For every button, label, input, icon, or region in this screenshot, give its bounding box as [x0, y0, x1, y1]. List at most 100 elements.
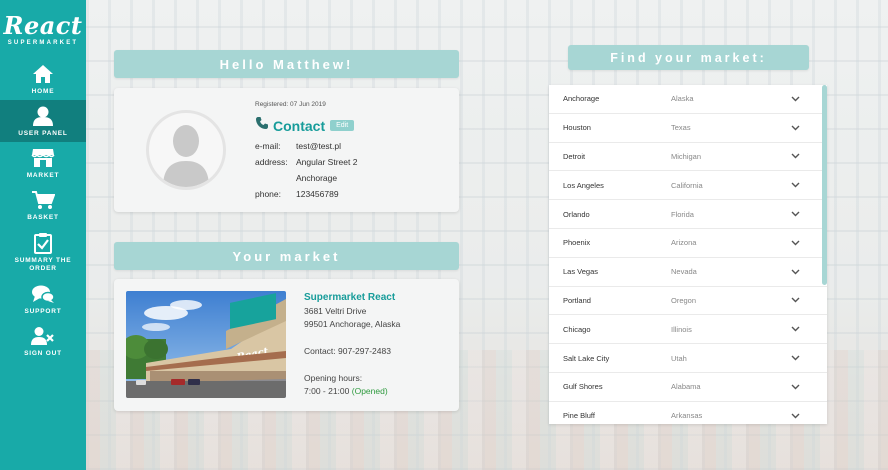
market-name[interactable]: Supermarket React	[304, 291, 400, 304]
market-list-item[interactable]: Gulf Shores Alabama	[549, 373, 827, 402]
nav-home-label: HOME	[31, 87, 55, 95]
market-list-item[interactable]: Portland Oregon	[549, 287, 827, 316]
market-state-name: Florida	[671, 209, 694, 219]
market-state-name: Michigan	[671, 151, 702, 161]
market-city-name: Detroit	[563, 151, 586, 161]
store-icon	[31, 147, 55, 169]
phone-icon	[255, 116, 269, 135]
opening-hours: 7:00 - 21:00 (Opened)	[304, 385, 400, 398]
opening-hours-value: 7:00 - 21:00	[304, 386, 350, 396]
avatar-silhouette-icon	[163, 125, 209, 187]
market-state-name: Nevada	[671, 267, 697, 277]
nav-market[interactable]: MARKET	[0, 142, 86, 184]
contact-title: Contact	[273, 117, 326, 134]
market-list-item[interactable]: Orlando Florida	[549, 200, 827, 229]
market-state-name: Utah	[671, 353, 687, 363]
chevron-down-icon[interactable]	[787, 413, 803, 419]
market-list-item[interactable]: Pine Bluff Arkansas	[549, 402, 827, 424]
market-street: 3681 Veltri Drive	[304, 306, 367, 316]
market-city-name: Pine Bluff	[563, 411, 595, 421]
market-state-name: Alabama	[671, 382, 701, 392]
cart-icon	[31, 189, 55, 211]
nav-sign-out-label: SIGN OUT	[24, 349, 62, 357]
phone-label: phone:	[255, 189, 281, 199]
contact-header: Contact Edit	[255, 116, 355, 135]
chevron-down-icon[interactable]	[787, 211, 803, 217]
market-list-item[interactable]: Detroit Michigan	[549, 143, 827, 172]
address-line2: Anchorage	[296, 173, 338, 183]
market-state-name: California	[671, 180, 703, 190]
email-value: test@test.pl	[296, 141, 342, 151]
chevron-down-icon[interactable]	[787, 297, 803, 303]
registered-date: Registered: 07 Jun 2019	[255, 101, 326, 108]
market-city-name: Chicago	[563, 324, 591, 334]
nav-user-panel-label: USER PANEL	[18, 129, 68, 137]
nav-home[interactable]: HOME	[0, 58, 86, 100]
market-city-name: Anchorage	[563, 94, 600, 104]
chevron-down-icon[interactable]	[787, 269, 803, 275]
opened-status: (Opened)	[351, 386, 388, 396]
market-state-name: Arizona	[671, 238, 697, 248]
user-remove-icon	[31, 325, 55, 347]
nav-support[interactable]: SUPPORT	[0, 278, 86, 320]
market-state-name: Oregon	[671, 295, 697, 305]
market-list-item[interactable]: Phoenix Arizona	[549, 229, 827, 258]
logo-brand: React	[3, 11, 83, 40]
market-list-item[interactable]: Houston Texas	[549, 114, 827, 143]
user-icon	[31, 105, 55, 127]
market-city-name: Las Vegas	[563, 267, 599, 277]
market-list-scrollbar[interactable]	[822, 85, 827, 285]
logo[interactable]: React SUPERMARKET	[0, 0, 86, 58]
market-city-name: Salt Lake City	[563, 353, 610, 363]
market-city-name: Gulf Shores	[563, 382, 603, 392]
nav-basket[interactable]: BASKET	[0, 184, 86, 226]
market-city-name: Orlando	[563, 209, 590, 219]
market-state-name: Texas	[671, 123, 691, 133]
market-list[interactable]: Anchorage Alaska Houston Texas Detroit Michig…	[549, 85, 827, 424]
chevron-down-icon[interactable]	[787, 240, 803, 246]
market-list-item[interactable]: Chicago Illinois	[549, 315, 827, 345]
nav-support-label: SUPPORT	[24, 307, 62, 315]
find-market-banner: Find your market:	[568, 45, 809, 70]
nav-summary[interactable]: SUMMARY THE ORDER	[0, 226, 86, 278]
avatar	[146, 110, 226, 190]
opening-hours-label: Opening hours:	[304, 373, 363, 383]
contact-info: e-mail: test@test.pl address: Angular Stre…	[255, 138, 357, 202]
chevron-down-icon[interactable]	[787, 326, 803, 332]
greeting-banner: Hello Matthew!	[114, 50, 459, 78]
nav-summary-label: SUMMARY THE ORDER	[14, 256, 72, 272]
address-label: address:	[255, 157, 288, 167]
market-contact: Contact: 907-297-2483	[304, 346, 391, 356]
market-card: React Supermarket React 3681 Veltri Driv…	[114, 279, 459, 411]
market-state-name: Alaska	[671, 94, 694, 104]
market-city: 99501 Anchorage, Alaska	[304, 319, 401, 329]
market-list-item[interactable]: Los Angeles California	[549, 171, 827, 201]
nav-basket-label: BASKET	[27, 213, 59, 221]
market-state-name: Illinois	[671, 324, 692, 334]
logo-subtitle: SUPERMARKET	[7, 40, 79, 46]
market-city-name: Houston	[563, 123, 591, 133]
market-city-name: Phoenix	[563, 238, 591, 248]
nav-user-panel[interactable]: USER PANEL	[0, 100, 86, 142]
chevron-down-icon[interactable]	[787, 125, 803, 131]
chevron-down-icon[interactable]	[787, 182, 803, 188]
market-list-item[interactable]: Las Vegas Nevada	[549, 258, 827, 287]
market-list-item[interactable]: Anchorage Alaska	[549, 85, 827, 114]
nav-market-label: MARKET	[26, 171, 60, 179]
nav-sign-out[interactable]: SIGN OUT	[0, 320, 86, 362]
chevron-down-icon[interactable]	[787, 153, 803, 159]
user-card: Registered: 07 Jun 2019 Contact Edit e-m…	[114, 88, 459, 212]
home-icon	[31, 63, 55, 85]
chevron-down-icon[interactable]	[787, 96, 803, 102]
chevron-down-icon[interactable]	[787, 355, 803, 361]
store-photo: React	[126, 291, 286, 398]
market-state-name: Arkansas	[671, 411, 703, 421]
market-list-item[interactable]: Salt Lake City Utah	[549, 344, 827, 373]
edit-button[interactable]: Edit	[330, 120, 355, 131]
your-market-banner: Your market	[114, 242, 459, 270]
chevron-down-icon[interactable]	[787, 384, 803, 390]
email-label: e-mail:	[255, 141, 281, 151]
market-city-name: Los Angeles	[563, 180, 604, 190]
clipboard-check-icon	[31, 232, 55, 254]
chat-icon	[31, 283, 55, 305]
